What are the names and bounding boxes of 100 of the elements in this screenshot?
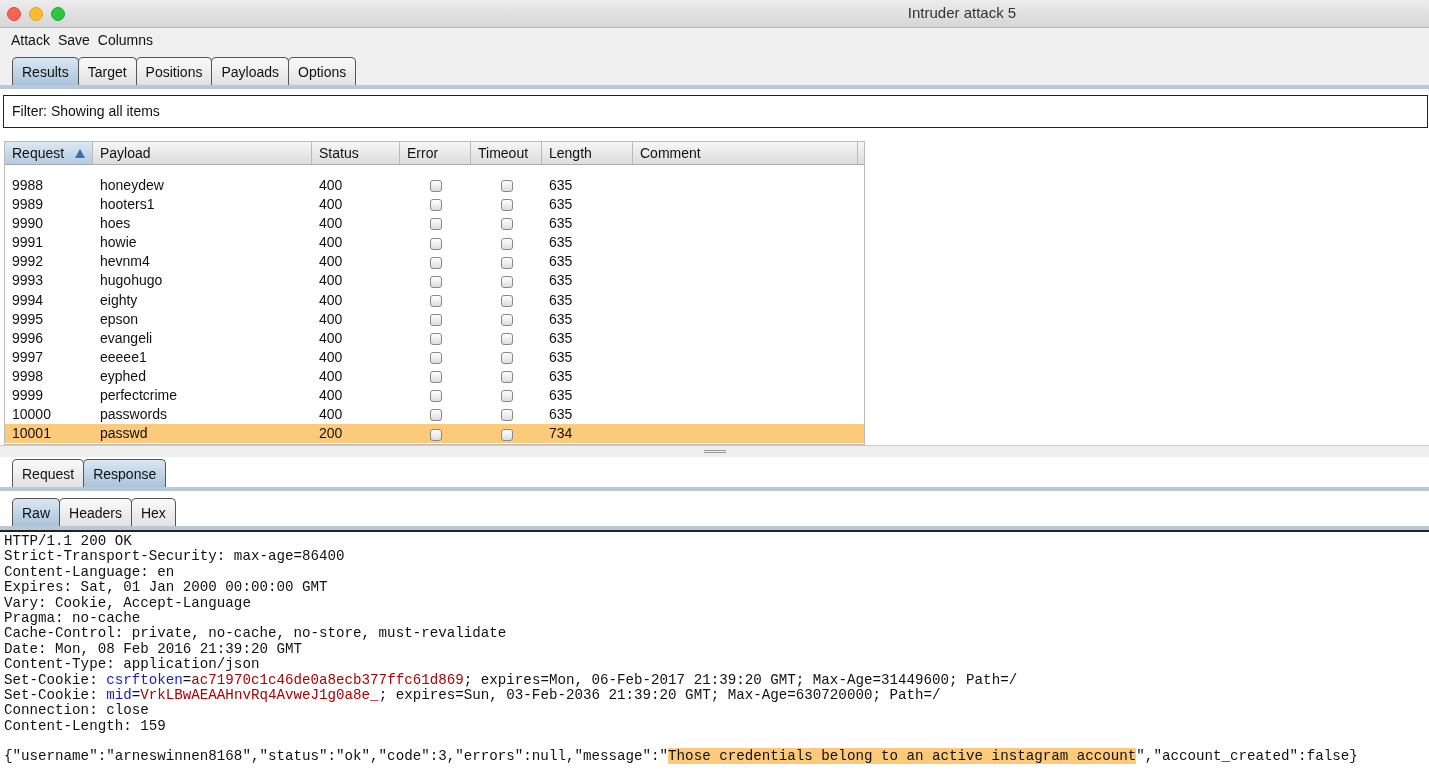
table-cell: 9992 — [12, 253, 44, 270]
table-cell: 635 — [549, 367, 573, 384]
table-cell: 9991 — [12, 234, 44, 251]
tab[interactable]: Options — [288, 57, 357, 85]
filter-bar[interactable]: Filter: Showing all items — [3, 95, 1428, 128]
table-row[interactable]: 9995 epson 400 635 — [5, 309, 864, 329]
table-cell: perfectcrime — [100, 387, 178, 404]
tab[interactable]: Results — [12, 57, 79, 85]
tab[interactable]: Request — [12, 459, 85, 487]
menu-item[interactable]: Save — [53, 30, 94, 51]
table-cell: passwords — [100, 406, 167, 423]
column-header[interactable]: Error — [407, 142, 439, 164]
column-header[interactable]: Payload — [100, 142, 151, 164]
zoom-button[interactable] — [51, 6, 65, 21]
column-header[interactable]: Comment — [640, 142, 701, 164]
table-row[interactable]: 10001 passwd 200 734 — [5, 424, 864, 444]
table-cell: 9990 — [12, 215, 44, 232]
window-title: Intruder attack 5 — [907, 3, 1017, 24]
table-cell: 200 — [319, 425, 343, 442]
menu-item[interactable]: Attack — [7, 30, 54, 51]
table-cell: 9988 — [12, 177, 44, 193]
close-button[interactable] — [7, 6, 21, 21]
table-cell: 9993 — [12, 272, 44, 289]
table-cell: 9998 — [12, 367, 44, 384]
table-cell: 635 — [549, 272, 573, 289]
response-line: Strict-Transport-Security: max-age=86400 — [4, 549, 346, 565]
minimize-button[interactable] — [29, 6, 43, 21]
table-cell: 400 — [319, 177, 343, 193]
table-row[interactable]: 9993 hugohugo 400 635 — [5, 271, 864, 291]
table-cell: 400 — [319, 196, 343, 213]
table-cell: 10000 — [12, 406, 51, 423]
table-row[interactable]: 9992 hevnm4 400 635 — [5, 252, 864, 272]
table-cell: 400 — [319, 291, 343, 308]
table-cell: passwd — [100, 425, 148, 442]
table-cell: 9997 — [12, 348, 44, 365]
table-cell: 635 — [549, 291, 573, 308]
table-row[interactable]: 9997 eeeee1 400 635 — [5, 347, 864, 367]
table-cell: hevnm4 — [100, 253, 150, 270]
table-cell: 400 — [319, 253, 343, 270]
menu-item[interactable]: Columns — [93, 30, 158, 51]
table-cell: 400 — [319, 406, 343, 423]
table-row[interactable]: 9990 hoes 400 635 — [5, 214, 864, 234]
table-cell: hugohugo — [100, 272, 163, 289]
table-cell: 400 — [319, 367, 343, 384]
table-cell: 635 — [549, 329, 573, 346]
tab[interactable]: Positions — [135, 57, 213, 85]
response-line: Content-Type: application/json — [4, 657, 261, 673]
table-row[interactable]: 9996 evangeli 400 635 — [5, 328, 864, 348]
table-row[interactable]: 9998 eyphed 400 635 — [5, 366, 864, 387]
column-header[interactable]: Length — [549, 142, 592, 164]
table-cell: 400 — [319, 329, 343, 346]
table-cell: 734 — [549, 425, 573, 442]
splitter-handle[interactable] — [703, 450, 726, 453]
table-cell: howie — [100, 234, 137, 251]
table-cell: eeeee1 — [100, 348, 147, 365]
table-cell: 400 — [319, 310, 343, 327]
response-line: Set-Cookie: mid=VrkLBwAEAAHnvRq4AvweJ1g0a8e_; expires=Sun, 03-Feb-2036 21:39:20 GMT; Max-Age=630720000; Path=/ — [4, 687, 941, 703]
tab[interactable]: Payloads — [211, 57, 289, 85]
table-cell: honeydew — [100, 177, 164, 193]
response-line: Content-Length: 159 — [4, 718, 167, 735]
tab[interactable]: Target — [77, 57, 137, 85]
column-header[interactable]: Status — [319, 142, 359, 164]
table-cell: 635 — [549, 234, 573, 251]
response-line: Pragma: no-cache — [4, 610, 141, 626]
table-row[interactable]: 9999 perfectcrime 400 635 — [5, 386, 864, 406]
table-cell: hoes — [100, 215, 131, 232]
table-cell: 635 — [549, 348, 573, 365]
table-row[interactable]: 9989 hooters1 400 635 — [5, 195, 864, 215]
table-cell: 9996 — [12, 329, 44, 346]
table-cell: eighty — [100, 291, 138, 308]
table-cell: 400 — [319, 215, 343, 232]
column-header[interactable]: Timeout — [478, 142, 529, 164]
table-cell: 635 — [549, 177, 573, 193]
table-cell: 9994 — [12, 291, 44, 308]
table-cell: 10001 — [12, 425, 51, 442]
table-cell: 635 — [549, 215, 573, 232]
response-line: Cache-Control: private, no-cache, no-store, must-revalidate — [4, 626, 508, 642]
table-cell: 400 — [319, 272, 343, 289]
response-line: HTTP/1.1 200 OK — [4, 534, 133, 549]
tab[interactable]: Raw — [12, 498, 60, 526]
table-cell: 635 — [549, 310, 573, 327]
table-cell: 9999 — [12, 387, 44, 404]
table-row[interactable]: 9991 howie 400 635 — [5, 233, 864, 253]
tab[interactable]: Response — [83, 459, 167, 487]
table-row[interactable]: 9994 eighty 400 635 — [5, 290, 864, 310]
table-cell: 9989 — [12, 196, 44, 213]
table-row[interactable]: 9988 honeydew 400 635 — [5, 176, 864, 196]
response-line: Date: Mon, 08 Feb 2016 21:39:20 GMT — [4, 641, 303, 657]
table-cell: hooters1 — [100, 196, 155, 213]
response-line: Vary: Cookie, Accept-Language — [4, 595, 252, 611]
response-line: Connection: close — [4, 703, 150, 719]
tab[interactable]: Headers — [59, 498, 132, 526]
table-cell: 635 — [549, 196, 573, 213]
table-cell: 400 — [319, 234, 343, 251]
response-line: Content-Language: en — [4, 564, 176, 580]
tab[interactable]: Hex — [130, 498, 176, 526]
table-cell: evangeli — [100, 329, 153, 346]
table-row[interactable]: 10000 passwords 400 635 — [5, 405, 864, 425]
response-line: Expires: Sat, 01 Jan 2000 00:00:00 GMT — [4, 580, 329, 596]
table-cell: 9995 — [12, 310, 44, 327]
